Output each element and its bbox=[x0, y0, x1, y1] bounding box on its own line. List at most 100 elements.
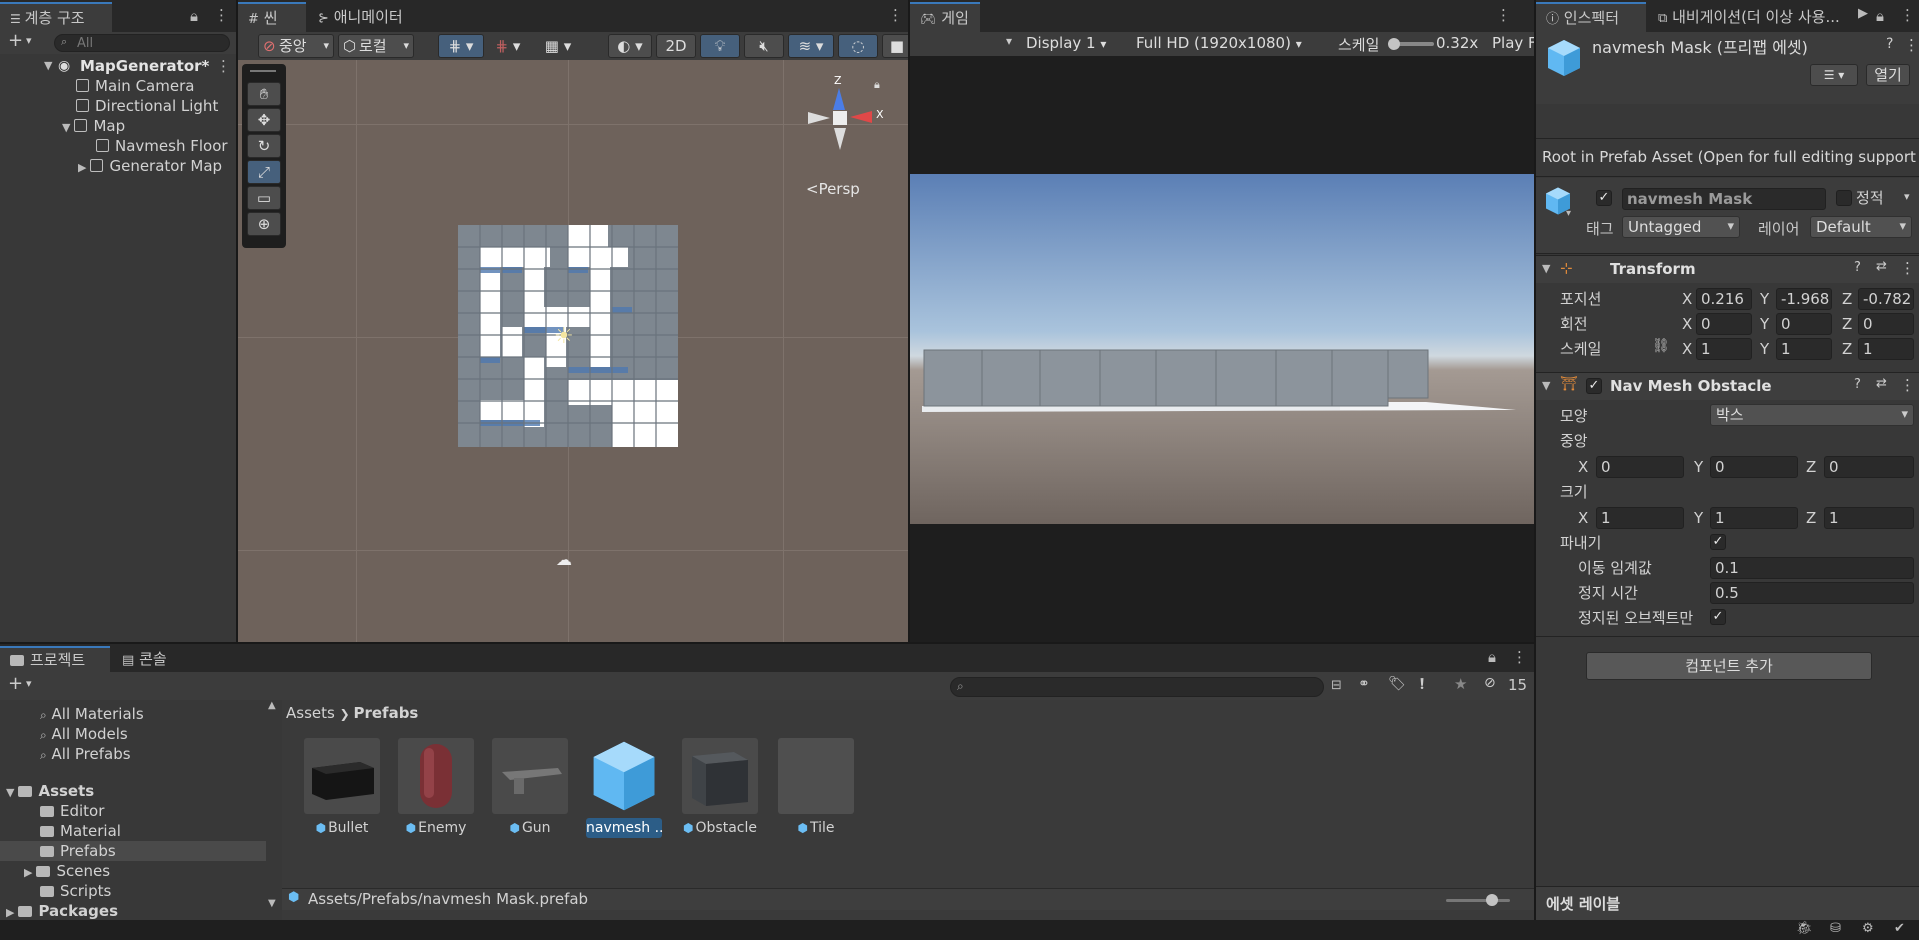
center-z-field[interactable]: 0 bbox=[1824, 456, 1914, 478]
tree-item-all-models[interactable]: ⌕ All Models bbox=[40, 724, 128, 744]
tree-item-packages[interactable]: ▶ Packages bbox=[6, 901, 118, 920]
center-y-field[interactable]: 0 bbox=[1710, 456, 1798, 478]
space-dropdown[interactable]: ⬡ 로컬 ▾ bbox=[338, 34, 414, 58]
tab-inspector[interactable]: ⓘ 인스펙터 bbox=[1536, 2, 1646, 32]
more-options-icon[interactable]: ⋮ bbox=[1496, 6, 1511, 24]
lock-icon[interactable]: 🔒︎ bbox=[1488, 648, 1496, 666]
time-to-stationary-field[interactable]: 0.5 bbox=[1710, 582, 1914, 604]
camera-gizmo-icon[interactable]: ☁︎ bbox=[556, 550, 572, 569]
help-icon[interactable]: ? bbox=[1886, 36, 1893, 52]
hierarchy-item-directional-light[interactable]: Directional Light bbox=[76, 96, 218, 116]
hand-tool-button[interactable]: ✋︎ bbox=[247, 82, 281, 106]
scale-x-field[interactable]: 1 bbox=[1696, 338, 1752, 360]
more-options-icon[interactable]: ⋮ bbox=[1904, 36, 1919, 54]
collapse-arrow-icon[interactable]: ▶ bbox=[78, 161, 86, 174]
lock-icon[interactable]: 🔒︎ bbox=[1876, 7, 1884, 25]
breadcrumb-assets[interactable]: Assets bbox=[286, 704, 335, 722]
carve-only-stationary-checkbox[interactable]: ✓ bbox=[1710, 609, 1726, 625]
prefab-overrides-dropdown[interactable]: ☰ ▾ bbox=[1810, 64, 1858, 86]
lock-icon[interactable]: 🔒︎ bbox=[190, 7, 198, 25]
constrain-proportions-icon[interactable]: ⛓︎ bbox=[1652, 338, 1670, 354]
object-name-field[interactable]: navmesh Mask bbox=[1622, 188, 1826, 210]
expand-arrow-icon[interactable]: ▼ bbox=[44, 56, 52, 76]
pivot-dropdown[interactable]: ⊘ 중앙 ▾ bbox=[258, 34, 334, 58]
rotation-y-field[interactable]: 0 bbox=[1776, 313, 1832, 335]
hierarchy-item-generator-map[interactable]: ▶ Generator Map bbox=[78, 156, 222, 176]
gizmo-z-cone[interactable] bbox=[833, 88, 845, 110]
position-y-field[interactable]: -1.968 bbox=[1776, 288, 1832, 310]
tab-navigation[interactable]: ⧉ 내비게이션(더 이상 사용... bbox=[1648, 2, 1858, 32]
resolution-dropdown[interactable]: Full HD (1920x1080) ▾ bbox=[1136, 34, 1302, 52]
display-dropdown[interactable]: Display 1 ▾ bbox=[1026, 34, 1106, 52]
tag-dropdown[interactable]: Untagged bbox=[1622, 216, 1740, 238]
tree-item-assets[interactable]: ▼ Assets bbox=[6, 781, 94, 801]
active-checkbox[interactable]: ✓ bbox=[1596, 190, 1612, 206]
grid-snap-button[interactable]: ⋕ ▾ bbox=[438, 34, 484, 58]
camera-settings-button[interactable]: ■ bbox=[882, 34, 908, 58]
tree-scroll-up[interactable]: ▲ bbox=[268, 700, 276, 711]
more-options-icon[interactable]: ⋮ bbox=[214, 6, 229, 24]
effects-toggle[interactable]: ≋ ▾ bbox=[788, 34, 834, 58]
asset-obstacle[interactable]: ⬢ Obstacle bbox=[682, 738, 758, 838]
size-z-field[interactable]: 1 bbox=[1824, 507, 1914, 529]
hierarchy-item-map[interactable]: ▼ Map bbox=[62, 116, 125, 136]
scale-z-field[interactable]: 1 bbox=[1858, 338, 1914, 360]
warning-filter-icon[interactable]: ❗︎ bbox=[1420, 675, 1424, 693]
asset-enemy[interactable]: ⬢ Enemy bbox=[398, 738, 474, 838]
expand-arrow-icon[interactable]: ▼ bbox=[6, 786, 14, 799]
rotation-z-field[interactable]: 0 bbox=[1858, 313, 1914, 335]
debug-mode-icon[interactable]: 🐞︎ bbox=[1796, 921, 1813, 936]
mode-2d-button[interactable]: 2D bbox=[656, 34, 696, 58]
orientation-gizmo[interactable]: Z X 🔒︎ bbox=[798, 74, 888, 166]
obstacle-enabled-checkbox[interactable]: ✓ bbox=[1586, 378, 1602, 394]
more-options-icon[interactable]: ⋮ bbox=[1900, 376, 1915, 394]
hierarchy-item-navmesh-floor[interactable]: Navmesh Floor bbox=[96, 136, 228, 156]
search-by-type-icon[interactable]: ⚭ bbox=[1358, 676, 1370, 692]
size-x-field[interactable]: 1 bbox=[1596, 507, 1684, 529]
collapse-arrow-icon[interactable]: ▶ bbox=[6, 906, 14, 919]
lighting-toggle[interactable]: 💡︎ bbox=[700, 34, 740, 58]
tab-project[interactable]: 프로젝트 bbox=[0, 646, 110, 672]
scale-y-field[interactable]: 1 bbox=[1776, 338, 1832, 360]
gizmo-x-cone[interactable] bbox=[850, 111, 872, 123]
open-prefab-button[interactable]: 열기 bbox=[1866, 64, 1910, 86]
static-dropdown-arrow[interactable]: ▾ bbox=[1904, 190, 1910, 203]
carve-checkbox[interactable]: ✓ bbox=[1710, 534, 1726, 550]
increment-snap-button[interactable]: ⋕ ▾ bbox=[488, 34, 528, 58]
scale-slider[interactable] bbox=[1388, 38, 1434, 50]
position-z-field[interactable]: -0.782 bbox=[1858, 288, 1914, 310]
game-view-dropdown[interactable]: ▾ bbox=[1006, 34, 1012, 48]
tree-item-editor[interactable]: Editor bbox=[40, 801, 104, 821]
hidden-objects-toggle[interactable]: ◌ bbox=[838, 34, 878, 58]
hierarchy-search-input[interactable]: ⌕ All bbox=[54, 34, 230, 52]
persp-label[interactable]: <Persp bbox=[806, 180, 860, 198]
scene-viewport[interactable]: ☀︎ ☁︎ ✋︎ ✥ ↻ ⤢ ▭ ⊕ Z X 🔒︎ <Persp bbox=[238, 60, 908, 642]
gizmo-neg-z-cone[interactable] bbox=[834, 128, 846, 150]
breadcrumb-prefabs[interactable]: Prefabs bbox=[353, 704, 418, 722]
cache-server-icon[interactable]: ⛁ bbox=[1830, 921, 1841, 936]
tree-item-all-prefabs[interactable]: ⌕ All Prefabs bbox=[40, 744, 131, 764]
add-icon[interactable]: + bbox=[8, 673, 23, 694]
favorite-icon[interactable]: ★ bbox=[1454, 675, 1467, 693]
tab-scene[interactable]: # 씬 bbox=[238, 2, 306, 32]
status-check-icon[interactable]: ✔︎ bbox=[1894, 921, 1905, 936]
more-options-icon[interactable]: ⋮ bbox=[1512, 648, 1527, 666]
rotation-x-field[interactable]: 0 bbox=[1696, 313, 1752, 335]
directional-light-icon[interactable]: ☀︎ bbox=[554, 324, 574, 349]
transform-header[interactable]: ▼ ⊹ Transform ? ⇄ ⋮ bbox=[1536, 255, 1919, 283]
asset-labels-title[interactable]: 에셋 레이블 bbox=[1546, 893, 1620, 914]
tree-item-scenes[interactable]: ▶ Scenes bbox=[24, 861, 110, 881]
asset-navmesh-mask[interactable]: navmesh ... bbox=[586, 738, 662, 838]
auto-generate-lighting-icon[interactable]: ⚙︎ bbox=[1862, 921, 1874, 936]
scale-tool-button[interactable]: ⤢ bbox=[247, 160, 281, 184]
shading-mode-button[interactable]: ◐ ▾ bbox=[608, 34, 652, 58]
gizmo-lock-icon[interactable]: 🔒︎ bbox=[874, 78, 880, 92]
game-render[interactable] bbox=[910, 174, 1534, 524]
help-icon[interactable]: ? bbox=[1854, 377, 1861, 392]
chevron-down-icon[interactable]: ▾ bbox=[26, 34, 32, 47]
tree-item-scripts[interactable]: Scripts bbox=[40, 881, 111, 901]
icon-dropdown-arrow[interactable]: ▾ bbox=[1566, 208, 1571, 219]
move-tool-button[interactable]: ✥ bbox=[247, 108, 281, 132]
hidden-packages-icon[interactable]: ⊘ bbox=[1484, 675, 1496, 691]
tree-item-prefabs[interactable]: Prefabs bbox=[40, 841, 116, 861]
